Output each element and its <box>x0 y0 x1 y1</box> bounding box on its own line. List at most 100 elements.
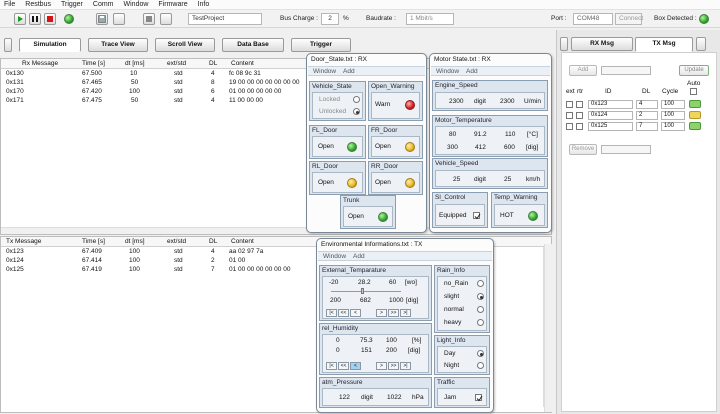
tab-trace-view[interactable]: Trace View <box>88 38 148 52</box>
door-menu-add[interactable]: Add <box>343 68 355 75</box>
night-radio[interactable] <box>477 362 484 369</box>
rtr-checkbox[interactable] <box>576 123 583 130</box>
id-input[interactable]: 0x124 <box>588 111 633 120</box>
ext-checkbox[interactable] <box>566 101 573 108</box>
cycle-input[interactable]: 100 <box>661 111 685 120</box>
menu-info[interactable]: Info <box>198 1 210 8</box>
menu-window[interactable]: Window <box>124 1 149 8</box>
next-button[interactable]: > <box>376 362 387 370</box>
heavy-radio[interactable] <box>477 319 484 326</box>
last-button[interactable]: >| <box>400 362 411 370</box>
pressure-digit-value: 122 <box>339 394 350 401</box>
rx-cell-dl: 4 <box>211 97 215 104</box>
menu-trigger[interactable]: Trigger <box>61 1 83 8</box>
menu-file[interactable]: File <box>4 1 15 8</box>
pressure-value: 1022 <box>387 394 402 401</box>
env-menu-add[interactable]: Add <box>353 253 365 260</box>
next-page-button[interactable]: >> <box>388 362 399 370</box>
baudrate-select[interactable]: 1 Mbit/s <box>406 13 454 25</box>
main-vertical-scrollbar[interactable] <box>544 244 552 412</box>
tab-simulation[interactable]: Simulation <box>19 38 81 52</box>
prev-button[interactable]: < <box>350 309 361 317</box>
humidity-dig-min: 0 <box>336 347 340 354</box>
add-button[interactable]: Add <box>569 65 597 76</box>
remove-button[interactable]: Remove <box>569 144 597 155</box>
menu-firmware[interactable]: Firmware <box>158 1 187 8</box>
grid-button[interactable] <box>143 13 155 25</box>
auto-all-checkbox[interactable] <box>690 88 697 95</box>
motor-temp-max: 110 <box>505 131 516 138</box>
auto-toggle[interactable] <box>689 100 701 108</box>
toolbar: TestProject Bus Charge : 2 % Baudrate : … <box>0 10 720 28</box>
first-button[interactable]: |< <box>326 362 337 370</box>
blank-button[interactable] <box>160 13 172 25</box>
normal-radio[interactable] <box>477 306 484 313</box>
humidity-title: rel_Humidity <box>322 325 359 332</box>
day-radio[interactable] <box>477 350 484 357</box>
locked-radio[interactable] <box>353 96 360 103</box>
first-button[interactable]: |< <box>326 309 337 317</box>
project-field[interactable]: TestProject <box>188 13 262 25</box>
ext-temp-dig-value: 682 <box>360 297 371 304</box>
rtr-checkbox[interactable] <box>576 101 583 108</box>
save-button[interactable] <box>96 13 108 25</box>
menu-comm[interactable]: Comm <box>93 1 114 8</box>
dl-select[interactable]: 7 <box>636 122 658 131</box>
unlocked-radio[interactable] <box>353 108 360 115</box>
cycle-input[interactable]: 100 <box>661 100 685 109</box>
rtr-checkbox[interactable] <box>576 112 583 119</box>
check-icon <box>474 213 481 220</box>
tab-trigger[interactable]: Trigger <box>291 38 351 52</box>
stop-button[interactable] <box>44 13 56 25</box>
next-page-button[interactable]: >> <box>388 309 399 317</box>
cycle-input[interactable]: 100 <box>661 122 685 131</box>
port-select[interactable]: COM48 <box>573 13 613 25</box>
list-item[interactable]: 0x124 2 100 <box>562 110 718 120</box>
tab-rx-msg[interactable]: RX Msg <box>571 37 633 51</box>
tab-tx-msg[interactable]: TX Msg <box>635 37 693 52</box>
pause-button[interactable] <box>29 13 41 25</box>
auto-toggle[interactable] <box>689 111 701 119</box>
auto-toggle[interactable] <box>689 122 701 130</box>
next-button[interactable]: > <box>376 309 387 317</box>
door-state-window[interactable]: Door_State.txt : RX Window Add Vehicle_S… <box>306 53 427 233</box>
tab-data-base[interactable]: Data Base <box>222 38 284 52</box>
rx-cell-id: 0x131 <box>6 79 24 86</box>
humidity-max: 100 <box>386 337 397 344</box>
tx-header-dt: dt [ms] <box>125 238 145 245</box>
prev-page-button[interactable]: << <box>338 309 349 317</box>
right-tab-edge-2 <box>696 37 706 51</box>
prev-button[interactable]: < <box>350 362 361 370</box>
update-button[interactable]: Update <box>679 65 709 76</box>
humidity-value: 75.3 <box>360 337 373 344</box>
ext-checkbox[interactable] <box>566 112 573 119</box>
list-item[interactable]: 0x123 4 100 <box>562 99 718 109</box>
equipped-checkbox[interactable] <box>473 212 481 220</box>
jam-checkbox[interactable] <box>475 394 483 402</box>
motor-menu-add[interactable]: Add <box>466 68 478 75</box>
no-rain-radio[interactable] <box>477 280 484 287</box>
door-menu-window[interactable]: Window <box>313 68 336 75</box>
remove-id-input[interactable] <box>601 145 651 154</box>
env-menu-window[interactable]: Window <box>323 253 346 260</box>
add-id-input[interactable] <box>601 66 651 75</box>
new-button[interactable] <box>113 13 125 25</box>
last-button[interactable]: >| <box>400 309 411 317</box>
ext-temp-slider[interactable] <box>361 288 364 294</box>
id-input[interactable]: 0x123 <box>588 100 633 109</box>
ext-checkbox[interactable] <box>566 123 573 130</box>
play-button[interactable] <box>14 13 26 25</box>
ext-temp-slider-track <box>331 291 401 292</box>
dl-select[interactable]: 4 <box>636 100 658 109</box>
motor-state-window[interactable]: Motor State.txt : RX Window Add Engine_S… <box>429 53 552 233</box>
menu-restbus[interactable]: Restbus <box>25 1 51 8</box>
env-info-window[interactable]: Environmental Informations.txt : TX Wind… <box>316 238 494 413</box>
slight-radio[interactable] <box>477 293 484 300</box>
prev-page-button[interactable]: << <box>338 362 349 370</box>
id-input[interactable]: 0x125 <box>588 122 633 131</box>
dl-select[interactable]: 2 <box>636 111 658 120</box>
tab-scroll-view[interactable]: Scroll View <box>155 38 215 52</box>
connect-button[interactable]: Connect <box>615 13 643 25</box>
motor-menu-window[interactable]: Window <box>436 68 459 75</box>
list-item[interactable]: 0x125 7 100 <box>562 121 718 131</box>
